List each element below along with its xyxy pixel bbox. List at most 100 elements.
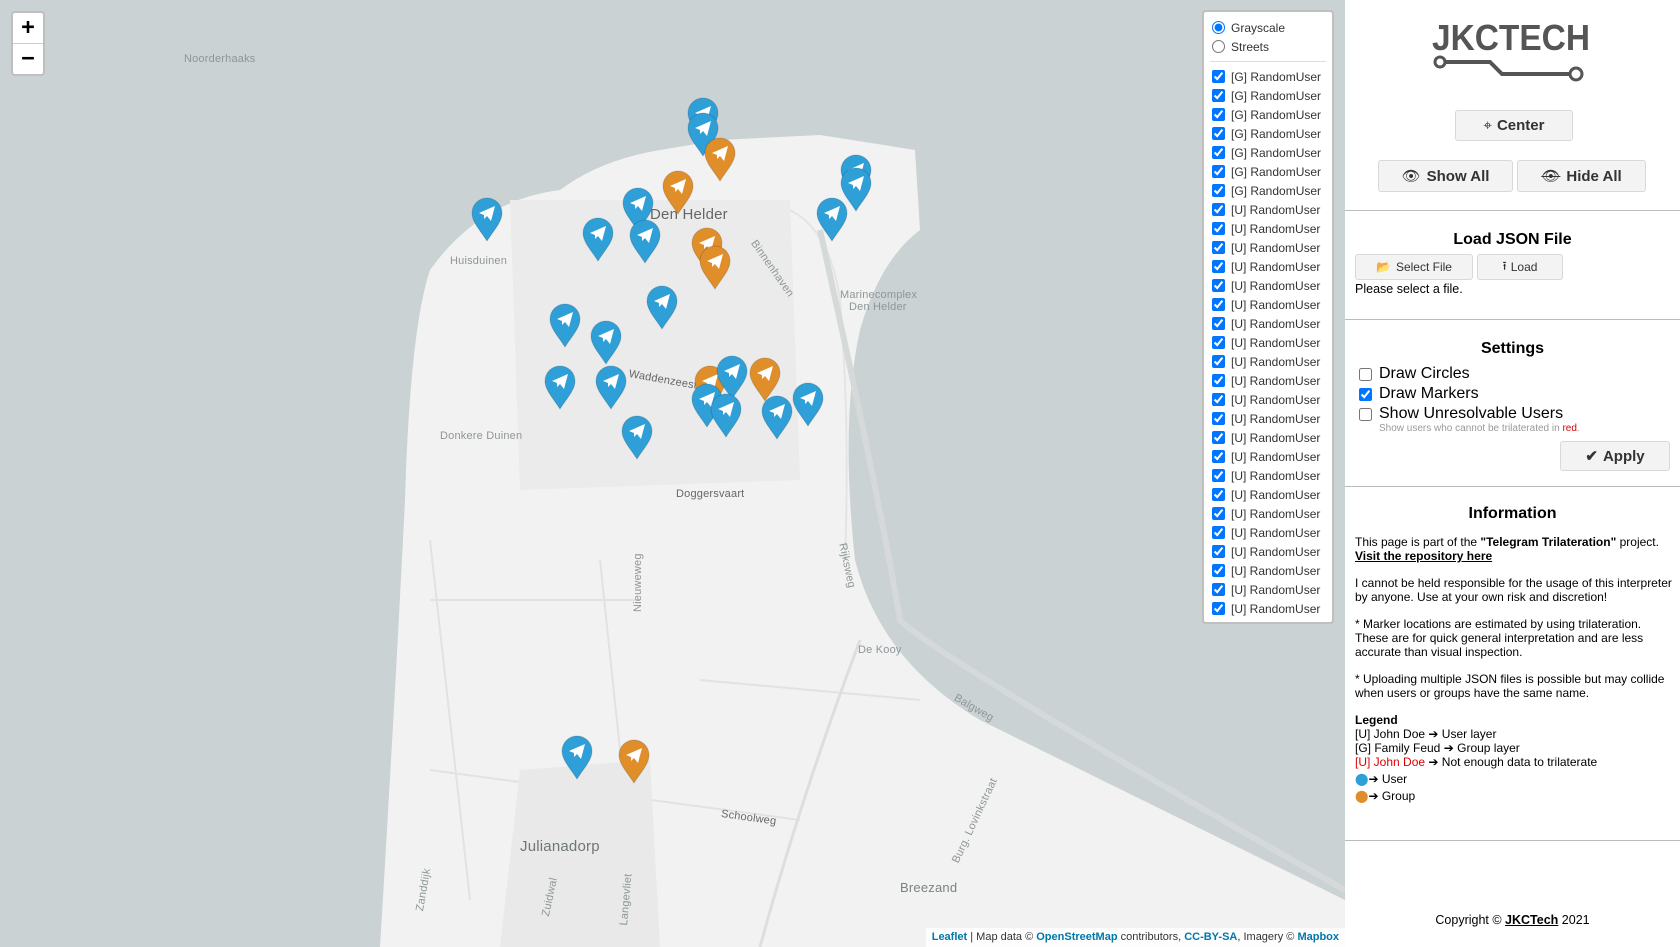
overlay-layer-checkbox[interactable] <box>1212 602 1225 615</box>
user-map-marker[interactable] <box>589 319 623 365</box>
overlay-layer-checkbox[interactable] <box>1212 127 1225 140</box>
overlay-layer-item[interactable]: [U] RandomUser <box>1212 523 1332 542</box>
show-all-button[interactable]: 👁 Show All <box>1378 160 1513 192</box>
draw-markers-checkbox[interactable] <box>1359 387 1372 401</box>
overlay-layer-item[interactable]: [U] RandomUser <box>1212 200 1332 219</box>
user-map-marker[interactable] <box>791 381 825 427</box>
overlay-layer-item[interactable]: [U] RandomUser <box>1212 219 1332 238</box>
overlay-layer-checkbox[interactable] <box>1212 450 1225 463</box>
overlay-layer-checkbox[interactable] <box>1212 203 1225 216</box>
overlay-layer-checkbox[interactable] <box>1212 70 1225 83</box>
overlay-layer-item[interactable]: [U] RandomUser <box>1212 561 1332 580</box>
user-map-marker[interactable] <box>620 414 654 460</box>
overlay-layer-item[interactable]: [U] RandomUser <box>1212 542 1332 561</box>
overlay-layer-item[interactable]: [G] RandomUser <box>1212 162 1332 181</box>
overlay-layer-checkbox[interactable] <box>1212 469 1225 482</box>
overlay-layer-checkbox[interactable] <box>1212 412 1225 425</box>
overlay-layer-checkbox[interactable] <box>1212 146 1225 159</box>
overlay-layer-checkbox[interactable] <box>1212 317 1225 330</box>
zoom-in-button[interactable]: + <box>13 13 43 43</box>
overlay-layer-item[interactable]: [G] RandomUser <box>1212 143 1332 162</box>
user-map-marker[interactable] <box>645 284 679 330</box>
jkctech-link[interactable]: JKCTech <box>1505 913 1558 927</box>
center-button[interactable]: ⌖ Center <box>1455 110 1573 141</box>
show-unresolvable-setting[interactable]: Show Unresolvable Users <box>1359 405 1563 423</box>
ccbysa-link[interactable]: CC-BY-SA <box>1184 931 1237 943</box>
zoom-out-button[interactable]: − <box>13 43 43 74</box>
overlay-layer-checkbox[interactable] <box>1212 545 1225 558</box>
user-map-marker[interactable] <box>628 218 662 264</box>
overlay-layer-item[interactable]: [U] RandomUser <box>1212 257 1332 276</box>
apply-button[interactable]: ✔ Apply <box>1560 441 1670 471</box>
group-map-marker[interactable] <box>703 136 737 182</box>
overlay-layer-item[interactable]: [U] RandomUser <box>1212 295 1332 314</box>
draw-circles-checkbox[interactable] <box>1359 367 1372 381</box>
overlay-layer-checkbox[interactable] <box>1212 336 1225 349</box>
user-map-marker[interactable] <box>709 392 743 438</box>
select-file-button[interactable]: 📂 Select File <box>1355 254 1473 280</box>
load-button[interactable]: ⭱ Load <box>1477 254 1563 280</box>
overlay-layer-item[interactable]: [U] RandomUser <box>1212 276 1332 295</box>
overlay-layer-item[interactable]: [U] RandomUser <box>1212 485 1332 504</box>
overlay-layer-checkbox[interactable] <box>1212 393 1225 406</box>
user-map-marker[interactable] <box>581 216 615 262</box>
overlay-layer-item[interactable]: [U] RandomUser <box>1212 371 1332 390</box>
hide-all-button[interactable]: 👁 Hide All <box>1517 160 1646 192</box>
map-view[interactable]: Noorderhaaks Den Helder Huisduinen Binne… <box>0 0 1345 947</box>
base-layer-streets-radio[interactable] <box>1212 40 1225 53</box>
show-unresolvable-checkbox[interactable] <box>1359 407 1372 421</box>
overlay-layer-checkbox[interactable] <box>1212 374 1225 387</box>
base-layer-grayscale[interactable]: Grayscale <box>1212 18 1332 37</box>
overlay-layer-checkbox[interactable] <box>1212 222 1225 235</box>
overlay-layer-item[interactable]: [G] RandomUser <box>1212 86 1332 105</box>
overlay-layer-item[interactable]: [G] RandomUser <box>1212 67 1332 86</box>
overlay-layer-checkbox[interactable] <box>1212 279 1225 292</box>
overlay-layer-item[interactable]: [G] RandomUser <box>1212 124 1332 143</box>
overlay-layer-item[interactable]: [U] RandomUser <box>1212 238 1332 257</box>
overlay-layer-checkbox[interactable] <box>1212 488 1225 501</box>
overlay-layer-checkbox[interactable] <box>1212 583 1225 596</box>
base-layer-grayscale-radio[interactable] <box>1212 21 1225 34</box>
draw-circles-setting[interactable]: Draw Circles <box>1359 365 1470 383</box>
leaflet-link[interactable]: Leaflet <box>932 931 967 943</box>
overlay-layer-checkbox[interactable] <box>1212 89 1225 102</box>
overlay-layer-item[interactable]: [U] RandomUser <box>1212 504 1332 523</box>
overlay-layer-checkbox[interactable] <box>1212 355 1225 368</box>
overlay-layer-item[interactable]: [G] RandomUser <box>1212 181 1332 200</box>
repository-link[interactable]: Visit the repository here <box>1355 549 1492 563</box>
base-layer-streets[interactable]: Streets <box>1212 37 1332 56</box>
overlay-layer-item[interactable]: [U] RandomUser <box>1212 390 1332 409</box>
overlay-layer-item[interactable]: [U] RandomUser <box>1212 447 1332 466</box>
overlay-layer-item[interactable]: [U] RandomUser <box>1212 352 1332 371</box>
user-map-marker[interactable] <box>594 364 628 410</box>
overlay-layer-item[interactable]: [U] RandomUser <box>1212 409 1332 428</box>
user-map-marker[interactable] <box>760 394 794 440</box>
overlay-layer-item[interactable]: [U] RandomUser <box>1212 428 1332 447</box>
overlay-layer-item[interactable]: [G] RandomUser <box>1212 105 1332 124</box>
osm-link[interactable]: OpenStreetMap <box>1036 931 1117 943</box>
overlay-layer-item[interactable]: [U] RandomUser <box>1212 599 1332 618</box>
overlay-layer-checkbox[interactable] <box>1212 108 1225 121</box>
overlay-layer-checkbox[interactable] <box>1212 165 1225 178</box>
group-map-marker[interactable] <box>661 169 695 215</box>
user-map-marker[interactable] <box>560 734 594 780</box>
group-map-marker[interactable] <box>698 244 732 290</box>
overlay-layer-item[interactable]: [U] RandomUser <box>1212 314 1332 333</box>
overlay-layer-item[interactable]: [U] RandomUser <box>1212 333 1332 352</box>
mapbox-link[interactable]: Mapbox <box>1297 931 1339 943</box>
overlay-layer-checkbox[interactable] <box>1212 526 1225 539</box>
user-map-marker[interactable] <box>548 302 582 348</box>
group-map-marker[interactable] <box>617 738 651 784</box>
draw-markers-setting[interactable]: Draw Markers <box>1359 385 1479 403</box>
overlay-layer-checkbox[interactable] <box>1212 184 1225 197</box>
overlay-layer-item[interactable]: [U] RandomUser <box>1212 580 1332 599</box>
overlay-layer-checkbox[interactable] <box>1212 507 1225 520</box>
overlay-layer-checkbox[interactable] <box>1212 298 1225 311</box>
user-map-marker[interactable] <box>543 364 577 410</box>
overlay-layer-checkbox[interactable] <box>1212 431 1225 444</box>
user-map-marker[interactable] <box>815 196 849 242</box>
overlay-layer-checkbox[interactable] <box>1212 260 1225 273</box>
overlay-layer-item[interactable]: [U] RandomUser <box>1212 466 1332 485</box>
overlay-layer-checkbox[interactable] <box>1212 241 1225 254</box>
overlay-layer-checkbox[interactable] <box>1212 564 1225 577</box>
